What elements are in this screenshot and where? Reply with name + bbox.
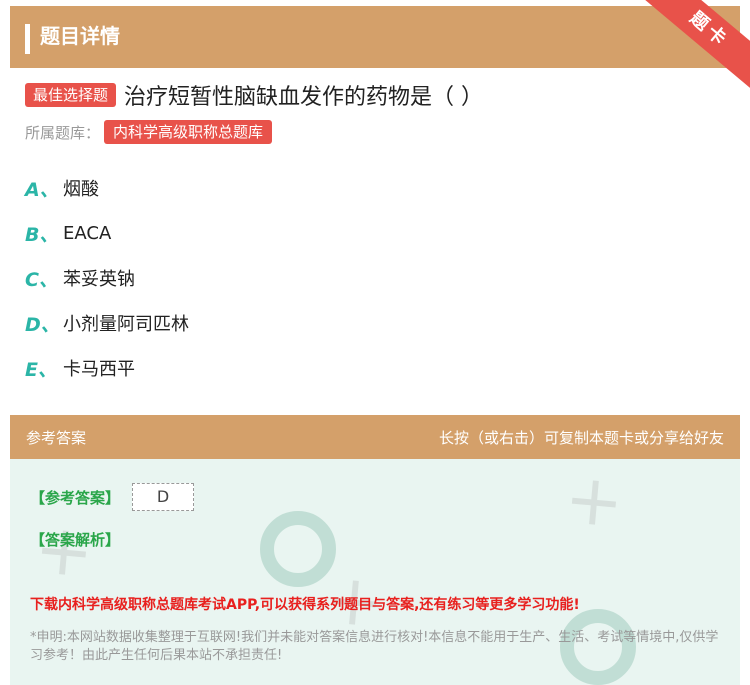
option-text: 苯妥英钠 <box>63 269 135 290</box>
answer-section-header: 参考答案 长按（或右击）可复制本题卡或分享给好友 <box>10 415 740 459</box>
option-text: 卡马西平 <box>63 359 135 380</box>
question-type-badge: 最佳选择题 <box>25 83 117 107</box>
option-d[interactable]: D、 小剂量阿司匹林 <box>25 310 189 336</box>
bank-name-tag[interactable]: 内科学高级职称总题库 <box>104 120 273 144</box>
disclaimer-text: *申明:本网站数据收集整理于互联网!我们并未能对答案信息进行核对!本信息不能用于… <box>30 630 719 663</box>
option-letter: D、 <box>25 313 60 336</box>
answer-value: D <box>132 483 194 511</box>
explanation-label: 【答案解析】 <box>30 531 121 549</box>
watermark-glyph: ✕ <box>23 511 107 597</box>
option-letter: B、 <box>25 223 59 246</box>
option-b[interactable]: B、 EACA <box>25 220 111 246</box>
option-letter: E、 <box>25 358 57 381</box>
question-bank-row: 所属题库： 内科学高级职称总题库 <box>25 120 273 144</box>
option-text: 小剂量阿司匹林 <box>63 314 189 335</box>
answer-section-title: 参考答案 <box>26 429 87 447</box>
watermark-glyph: ✕ <box>553 461 637 547</box>
option-e[interactable]: E、 卡马西平 <box>25 355 135 381</box>
question-text: 治疗短暂性脑缺血发作的药物是（ ） <box>124 85 484 110</box>
option-letter: A、 <box>25 178 59 201</box>
watermark-logo-icon <box>260 511 336 587</box>
page-title: 题目详情 <box>40 24 120 48</box>
option-c[interactable]: C、 苯妥英钠 <box>25 265 135 291</box>
option-text: EACA <box>63 222 112 244</box>
answer-section-body: ✕ ✕ ✕ 【参考答案】 D 【答案解析】 下载内科学高级职称总题库考试APP,… <box>10 459 740 685</box>
download-app-link[interactable]: 下载内科学高级职称总题库考试APP,可以获得系列题目与答案,还有练习等更多学习功… <box>30 594 580 614</box>
header-accent-bar <box>25 24 30 54</box>
option-letter: C、 <box>25 268 58 291</box>
ribbon-label: 题卡 <box>640 0 750 90</box>
answer-label: 【参考答案】 <box>30 489 121 507</box>
question-row: 最佳选择题 治疗短暂性脑缺血发作的药物是（ ） <box>25 80 483 110</box>
bank-label: 所属题库： <box>25 123 101 142</box>
option-text: 烟酸 <box>63 179 99 200</box>
share-hint: 长按（或右击）可复制本题卡或分享给好友 <box>438 429 724 447</box>
corner-ribbon: 题卡 <box>640 0 750 90</box>
page-header: 题目详情 <box>10 6 740 68</box>
option-a[interactable]: A、 烟酸 <box>25 175 99 201</box>
